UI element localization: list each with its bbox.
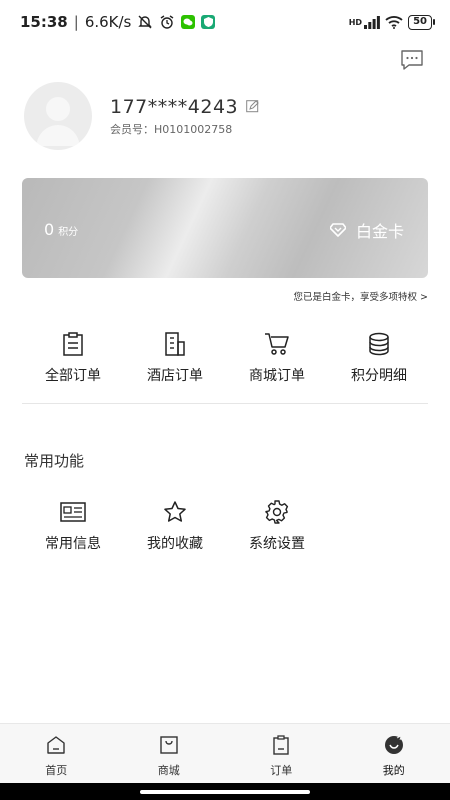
all-orders-label: 全部订单	[45, 368, 101, 384]
points-detail-label: 积分明细	[351, 368, 407, 384]
nav-home[interactable]: 首页	[0, 724, 113, 783]
card-level-label: 白金卡	[355, 222, 404, 241]
nav-home-label: 首页	[45, 764, 68, 777]
bell-muted-icon	[137, 14, 153, 30]
avatar[interactable]	[24, 82, 92, 150]
profile-icon	[383, 734, 405, 756]
edit-icon[interactable]	[246, 98, 259, 117]
nav-orders[interactable]: 订单	[225, 724, 338, 783]
cart-icon	[264, 331, 290, 357]
phone-row: 177****4243	[110, 96, 259, 118]
card-level: 白金卡	[329, 218, 404, 242]
id-card-icon	[60, 499, 86, 525]
points-detail-button[interactable]: 积分明细	[328, 331, 430, 385]
battery-indicator: 50	[408, 14, 435, 30]
phone-number: 177****4243	[110, 96, 239, 118]
common-info-label: 常用信息	[45, 536, 101, 552]
gear-icon	[264, 499, 290, 525]
chat-bubble-icon	[401, 50, 423, 70]
nav-mall[interactable]: 商城	[113, 724, 226, 783]
wifi-icon	[385, 15, 403, 29]
bag-icon	[158, 734, 180, 756]
points-display: 0 积分	[44, 220, 78, 239]
mall-orders-label: 商城订单	[249, 368, 305, 384]
nav-mall-label: 商城	[157, 764, 180, 777]
common-info-button[interactable]: 常用信息	[22, 499, 124, 553]
favorites-button[interactable]: 我的收藏	[124, 499, 226, 553]
mall-orders-button[interactable]: 商城订单	[226, 331, 328, 385]
alarm-icon	[159, 14, 175, 30]
nav-orders-label: 订单	[270, 764, 293, 777]
order-icon	[270, 734, 292, 756]
section-title: 常用功能	[24, 452, 85, 470]
nav-mine[interactable]: 我的	[338, 724, 450, 783]
status-time: 15:38	[20, 13, 68, 31]
status-bar: 15:38 | 6.6K/s HD 50	[0, 0, 450, 44]
status-left: 15:38 | 6.6K/s	[20, 13, 216, 31]
coins-icon	[366, 331, 392, 357]
settings-label: 系统设置	[249, 536, 305, 552]
network-hd-label: HD	[348, 17, 363, 27]
section-divider	[22, 403, 428, 404]
orders-grid: 全部订单 酒店订单 商城订单 积分明细	[0, 331, 450, 385]
favorites-label: 我的收藏	[147, 536, 203, 552]
bottom-nav: 首页 商城 订单 我的	[0, 723, 450, 783]
membership-card[interactable]: 0 积分 白金卡	[22, 178, 428, 278]
functions-grid: 常用信息 我的收藏 系统设置	[0, 499, 450, 553]
points-value: 0	[44, 220, 55, 239]
hotel-orders-label: 酒店订单	[147, 368, 203, 384]
clipboard-icon	[60, 331, 86, 357]
all-orders-button[interactable]: 全部订单	[22, 331, 124, 385]
signal-icon	[364, 15, 380, 29]
network-speed: 6.6K/s	[84, 13, 132, 31]
shield-app-icon	[201, 15, 216, 29]
star-icon	[162, 499, 188, 525]
settings-button[interactable]: 系统设置	[226, 499, 328, 553]
diamond-icon	[329, 223, 346, 237]
home-icon	[45, 734, 67, 756]
hotel-orders-button[interactable]: 酒店订单	[124, 331, 226, 385]
points-unit: 积分	[58, 227, 79, 238]
status-separator: |	[73, 13, 79, 31]
home-indicator[interactable]	[140, 790, 310, 794]
status-right: HD 50	[348, 14, 435, 30]
wechat-icon	[181, 15, 196, 29]
message-button[interactable]	[400, 48, 424, 72]
privilege-link[interactable]: 您已是白金卡，享受多项特权 >	[294, 289, 428, 303]
member-number: 会员号：H0101002758	[110, 123, 233, 136]
nav-mine-label: 我的	[382, 764, 405, 777]
user-silhouette-icon	[36, 97, 80, 146]
building-icon	[162, 331, 188, 357]
